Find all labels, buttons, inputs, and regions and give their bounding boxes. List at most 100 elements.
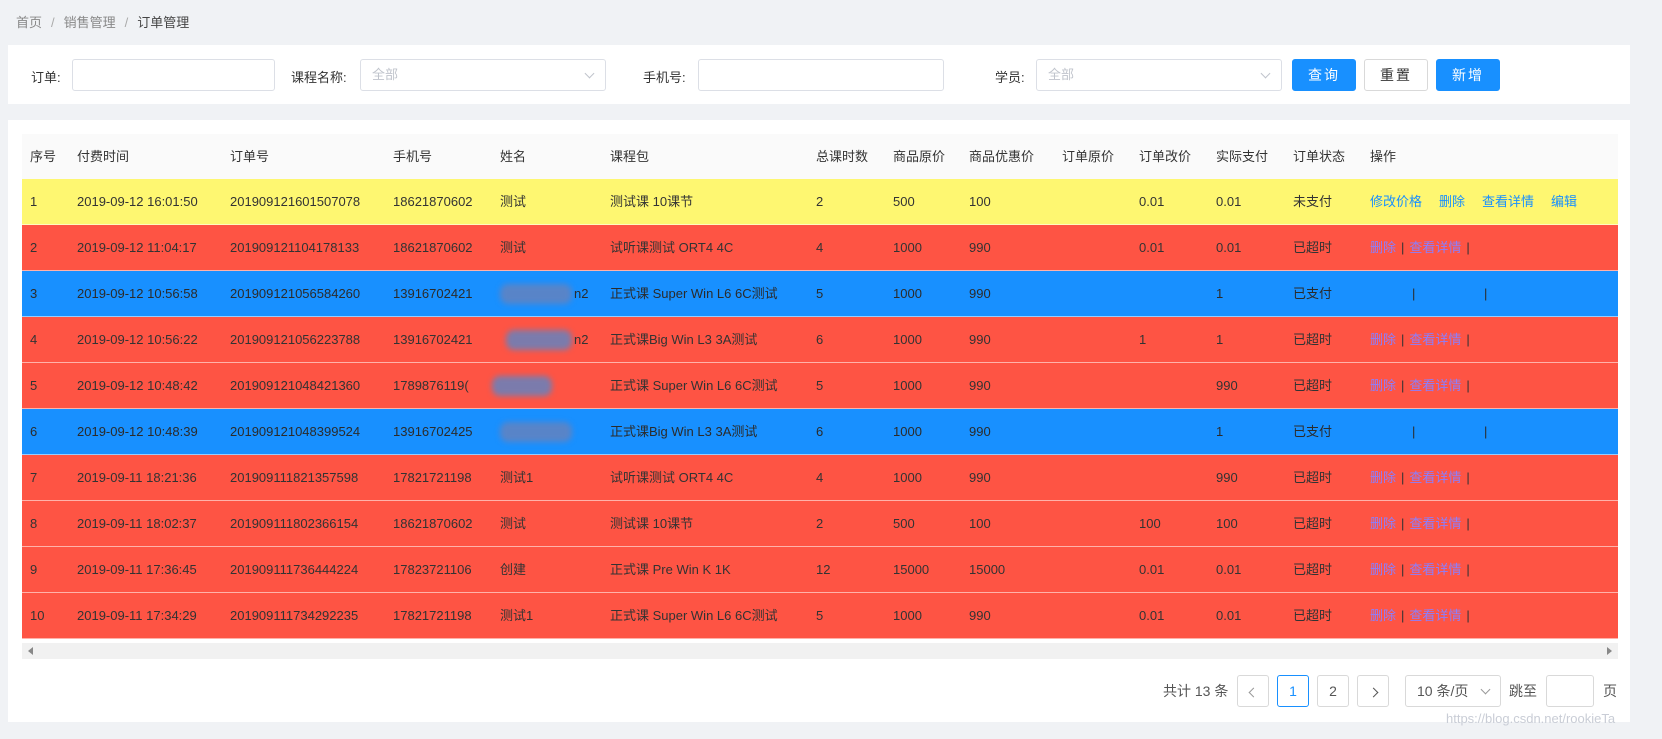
modify-price-link[interactable]: 修改价格 xyxy=(1370,194,1422,209)
cell-no: 2 xyxy=(30,240,38,255)
delete-link[interactable]: 删除 xyxy=(1370,240,1396,255)
view-detail-link[interactable]: 查看详情 xyxy=(1409,332,1461,347)
cell-order: 201909121048421360 xyxy=(230,378,361,393)
cell-order: 201909121104178133 xyxy=(230,240,360,255)
cell-orig: 1000 xyxy=(893,286,922,301)
cell-no: 6 xyxy=(30,424,38,439)
cell-orig: 1000 xyxy=(893,378,922,393)
table-panel: 序号 付费时间 订单号 手机号 姓名 课程包 总课时数 商品原价 商品优惠价 订… xyxy=(8,120,1630,722)
cell-no: 10 xyxy=(30,608,45,623)
cell-name: 测试1 xyxy=(500,470,534,485)
view-detail-link[interactable]: 查看详情 xyxy=(1482,194,1534,209)
col-course: 课程包 xyxy=(610,149,650,164)
cell-course: 试听课测试 ORT4 4C xyxy=(610,470,734,485)
cell-change: 0.01 xyxy=(1139,562,1165,577)
cell-hours: 2 xyxy=(816,516,824,531)
breadcrumb-sales[interactable]: 销售管理 xyxy=(64,12,116,31)
cell-name: 创建 xyxy=(500,562,527,577)
delete-link[interactable]: 删除 xyxy=(1439,194,1465,209)
cell-orig: 15000 xyxy=(893,562,930,577)
row-ops: 删除 | 查看详情 | xyxy=(1370,547,1475,593)
delete-link[interactable]: 删除 xyxy=(1370,378,1396,393)
cell-time: 2019-09-12 11:04:17 xyxy=(77,240,197,255)
query-button[interactable]: 查询 xyxy=(1292,59,1356,91)
chevron-left-icon xyxy=(1248,687,1258,698)
delete-link[interactable]: 删除 xyxy=(1370,608,1396,623)
page-size-value: 10 条/页 xyxy=(1417,683,1469,699)
cell-no: 3 xyxy=(30,286,38,301)
chevron-right-icon xyxy=(1368,687,1378,698)
order-input[interactable] xyxy=(72,59,275,91)
add-button[interactable]: 新增 xyxy=(1436,59,1500,91)
cell-no: 1 xyxy=(30,194,38,209)
table-row: 1 2019-09-12 16:01:50 201909121601507078… xyxy=(22,179,1618,225)
view-detail-link[interactable]: 查看详情 xyxy=(1409,470,1461,485)
cell-name: n2 xyxy=(574,286,589,301)
breadcrumb: 首页 / 销售管理 / 订单管理 xyxy=(16,12,189,31)
course-select[interactable]: 全部 xyxy=(360,59,606,91)
cell-order: 201909121048399524 xyxy=(230,424,361,439)
delete-link[interactable]: 删除 xyxy=(1370,470,1396,485)
separator: | xyxy=(1401,562,1405,577)
cell-phone: 13916702421 xyxy=(393,286,473,301)
view-detail-link[interactable]: 查看详情 xyxy=(1409,378,1461,393)
cell-orig: 500 xyxy=(893,516,915,531)
page-2-button[interactable]: 2 xyxy=(1317,675,1349,707)
table-row: 7 2019-09-11 18:21:36 201909111821357598… xyxy=(22,455,1618,501)
view-detail-link[interactable]: 查看详情 xyxy=(1409,562,1461,577)
cell-order: 201909111736444224 xyxy=(230,562,359,577)
view-detail-link[interactable]: 查看详情 xyxy=(1409,516,1461,531)
delete-link[interactable]: 删除 xyxy=(1370,516,1396,531)
prev-page-button[interactable] xyxy=(1237,675,1269,707)
view-detail-link[interactable]: 查看详情 xyxy=(1409,240,1461,255)
cell-time: 2019-09-12 10:56:22 xyxy=(77,332,198,347)
table-row: 4 2019-09-12 10:56:22 201909121056223788… xyxy=(22,317,1618,363)
cell-status: 已超时 xyxy=(1293,378,1333,393)
cell-name: 测试 xyxy=(500,516,527,531)
watermark: https://blog.csdn.net/rookieTa xyxy=(1446,711,1616,726)
delete-link[interactable]: 删除 xyxy=(1370,332,1396,347)
scroll-right-icon[interactable] xyxy=(1607,647,1612,655)
cell-time: 2019-09-12 10:48:39 xyxy=(77,424,198,439)
col-paid: 实际支付 xyxy=(1216,149,1269,164)
course-select-value: 全部 xyxy=(372,67,399,82)
cell-hours: 5 xyxy=(816,378,824,393)
col-pay-time: 付费时间 xyxy=(77,149,130,164)
cell-course: 正式课 Super Win L6 6C测试 xyxy=(610,378,778,393)
cell-status: 已支付 xyxy=(1293,286,1333,301)
breadcrumb-home[interactable]: 首页 xyxy=(16,12,42,31)
page-1-button[interactable]: 1 xyxy=(1277,675,1309,707)
cell-paid: 0.01 xyxy=(1216,240,1242,255)
table-row: 8 2019-09-11 18:02:37 201909111802366154… xyxy=(22,501,1618,547)
cell-orig: 1000 xyxy=(893,332,922,347)
col-name: 姓名 xyxy=(500,149,527,164)
student-select[interactable]: 全部 xyxy=(1036,59,1282,91)
next-page-button[interactable] xyxy=(1357,675,1389,707)
reset-button[interactable]: 重置 xyxy=(1364,59,1428,91)
separator: | xyxy=(1401,240,1405,255)
breadcrumb-current: 订单管理 xyxy=(137,15,190,30)
horizontal-scrollbar[interactable] xyxy=(22,643,1618,659)
separator: | xyxy=(1401,608,1405,623)
cell-status: 已超时 xyxy=(1293,240,1333,255)
scroll-left-icon[interactable] xyxy=(28,647,33,655)
edit-link[interactable]: 编辑 xyxy=(1551,194,1577,209)
separator: | xyxy=(1466,608,1470,623)
cell-disc: 990 xyxy=(969,332,991,347)
search-panel: 订单: 课程名称: 全部 手机号: 学员: 全部 查询 重置 新增 xyxy=(8,45,1630,104)
page-size-select[interactable]: 10 条/页 xyxy=(1405,675,1501,707)
delete-link[interactable]: 删除 xyxy=(1370,562,1396,577)
cell-change: 0.01 xyxy=(1139,194,1165,209)
cell-disc: 990 xyxy=(969,608,991,623)
phone-input[interactable] xyxy=(698,59,944,91)
cell-phone: 18621870602 xyxy=(393,516,473,531)
row-ops: 删除 | 查看详情 | xyxy=(1370,593,1475,639)
cell-hours: 4 xyxy=(816,470,824,485)
cell-order: 201909121056584260 xyxy=(230,286,361,301)
cell-phone: 13916702421 xyxy=(393,332,473,347)
view-detail-link[interactable]: 查看详情 xyxy=(1409,608,1461,623)
goto-page-input[interactable] xyxy=(1546,675,1594,707)
table-row: 10 2019-09-11 17:34:29 20190911173429223… xyxy=(22,593,1618,639)
chevron-down-icon xyxy=(584,68,595,79)
cell-time: 2019-09-11 17:36:45 xyxy=(77,562,197,577)
